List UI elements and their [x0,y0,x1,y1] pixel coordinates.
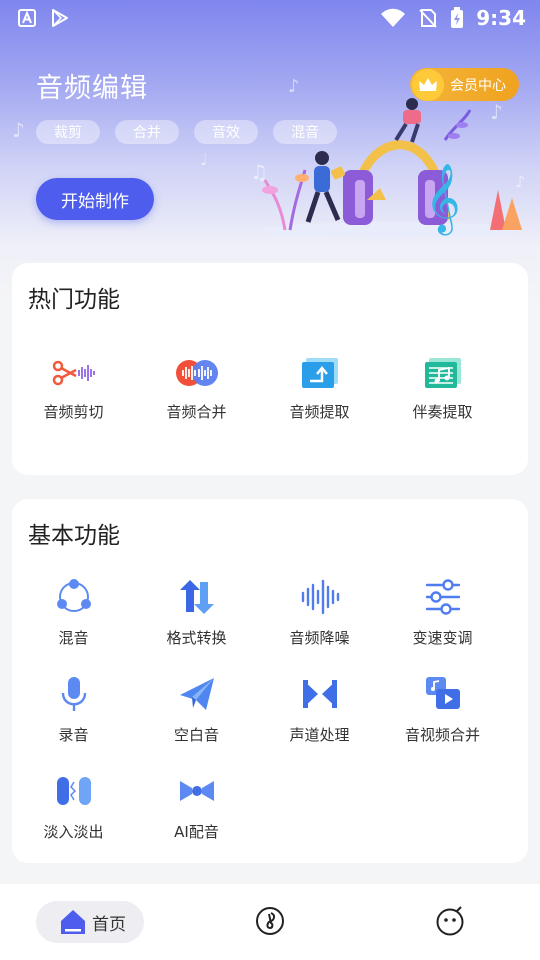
tag-chip[interactable]: 裁剪 [36,120,100,144]
status-time: 9:34 [476,6,526,30]
sheet-music-icon [421,355,465,391]
feature-record[interactable]: 录音 [12,674,135,745]
start-create-button[interactable]: 开始制作 [36,178,154,220]
channel-icon [300,674,340,714]
feature-channel[interactable]: 声道处理 [258,674,381,745]
waveform-icon [300,577,340,617]
convert-arrows-icon [177,577,217,617]
feature-label: 音频剪切 [43,403,104,421]
feature-label: 淡入淡出 [43,823,104,841]
status-bar: 9:34 [0,0,540,36]
feature-noise-reduction[interactable]: 音频降噪 [258,577,381,648]
feature-av-merge[interactable]: 音视频合并 [381,674,504,745]
feature-ai-dub[interactable]: AI配音 [135,771,258,842]
bottom-nav: 首页 [0,884,540,960]
ai-dub-icon [177,771,217,811]
feature-format-convert[interactable]: 格式转换 [135,577,258,648]
fade-icon [54,771,94,811]
hero-banner: ♪ ♪ ♫ ♪ ♩ ♪ 𝄞 9:34 音频编辑 会员中心 裁剪 合并 音效 混音… [0,0,540,300]
crown-icon [412,68,444,101]
feature-label: 格式转换 [166,629,227,647]
music-note-decor-icon: ♩ [200,150,208,169]
app-title: 音频编辑 [36,73,148,104]
tag-chip[interactable]: 混音 [273,120,337,144]
mix-icon [54,577,94,617]
sliders-icon [423,577,463,617]
music-note-decor-icon: ♪ [12,118,25,142]
feature-label: 音频合并 [166,403,227,421]
av-merge-icon [423,674,463,714]
home-icon [61,910,85,934]
feature-label: 录音 [58,726,89,744]
merge-wave-icon [175,355,219,391]
battery-charging-icon [451,7,464,28]
extract-icon [298,355,342,391]
feature-audio-merge[interactable]: 音频合并 [135,355,258,445]
feature-label: 伴奏提取 [412,403,473,421]
member-center-button[interactable]: 会员中心 [410,68,519,101]
tag-chip[interactable]: 合并 [115,120,179,144]
feature-label: 变速变调 [412,629,473,647]
feature-label: 空白音 [173,726,219,744]
music-note-icon[interactable] [255,906,285,936]
feature-label: 混音 [58,629,89,647]
svg-text:𝄞: 𝄞 [425,163,460,235]
feature-label: 声道处理 [289,726,350,744]
feature-audio-extract[interactable]: 音频提取 [258,355,381,445]
member-center-label: 会员中心 [450,77,506,94]
feature-audio-cut[interactable]: 音频剪切 [12,355,135,445]
scissors-wave-icon [52,355,96,391]
section-title-basic: 基本功能 [28,523,120,549]
tag-chip[interactable]: 音效 [194,120,258,144]
feature-label: 音频提取 [289,403,350,421]
feature-label: 音视频合并 [404,726,480,744]
feature-fade[interactable]: 淡入淡出 [12,771,135,842]
feature-label: 音频降噪 [289,629,350,647]
feature-mix[interactable]: 混音 [12,577,135,648]
hot-features-card: 热门功能 音频剪切 音频合并 音频提取 伴奏提取 [12,263,528,475]
wifi-icon [381,8,406,27]
app-notification-icon [18,9,36,27]
profile-face-icon[interactable] [435,906,465,936]
no-sim-icon [419,9,437,28]
paper-plane-icon [177,674,217,714]
nav-home-label: 首页 [92,914,126,935]
feature-blank-audio[interactable]: 空白音 [135,674,258,745]
feature-tags: 裁剪 合并 音效 混音 [36,120,337,144]
basic-features-card: 基本功能 混音 格式转换 音频降噪 变速变调 录音 空白音 声道处理 音视频合并… [12,499,528,863]
section-title-hot: 热门功能 [28,287,120,313]
microphone-icon [54,674,94,714]
feature-accompaniment-extract[interactable]: 伴奏提取 [381,355,504,445]
feature-speed-pitch[interactable]: 变速变调 [381,577,504,648]
nav-home-tab[interactable]: 首页 [36,901,144,943]
play-store-icon [52,9,68,27]
feature-label: AI配音 [174,823,219,841]
